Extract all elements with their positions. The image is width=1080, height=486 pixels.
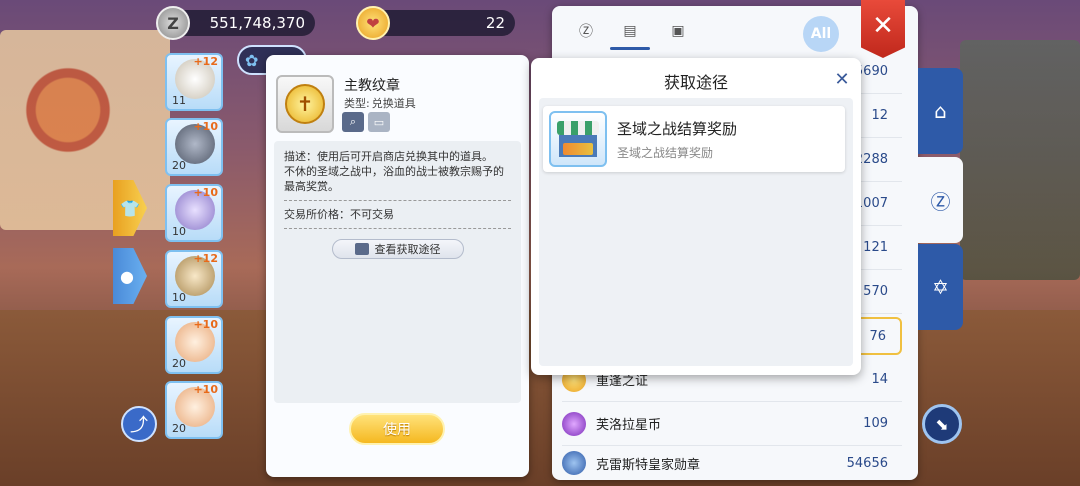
item-count: 1007 xyxy=(854,196,888,211)
view-source-button[interactable]: 查看获取途径 xyxy=(331,239,464,259)
item-type-label: 类型: xyxy=(344,97,370,110)
cards-icon: ▣ xyxy=(671,23,685,39)
gem-counter: ❤ 22 xyxy=(356,6,515,40)
card-level: 11 xyxy=(172,94,186,107)
refine-level: +10 xyxy=(193,318,218,331)
item-count: 76 xyxy=(869,328,886,344)
search-list-icon[interactable]: ⌕ xyxy=(342,112,364,132)
equip-slot-accessory-1[interactable]: +10 20 xyxy=(165,316,223,374)
item-icon-frame: ✝ xyxy=(276,75,334,133)
item-count: 5690 xyxy=(854,64,888,79)
item-description: 描述：使用后可开启商店兑换其中的道具。 xyxy=(284,150,493,163)
item-type: 类型: 兑换道具 xyxy=(344,95,416,111)
minimize-icon: ⬊ xyxy=(935,414,949,434)
list-item[interactable]: 芙洛拉星币 109 xyxy=(562,402,902,446)
equip-slot-accessory-2[interactable]: +10 20 xyxy=(165,381,223,439)
shop-icon: ▤ xyxy=(623,23,637,39)
search-list-icon xyxy=(354,243,369,255)
obtain-route-popup: 获取途径 ✕ 圣域之战结算奖励 圣域之战结算奖励 xyxy=(531,58,861,375)
share-button[interactable]: ⤴ xyxy=(121,406,157,442)
zeny-icon: Ⓩ xyxy=(579,24,593,40)
route-item[interactable]: 圣域之战结算奖励 圣域之战结算奖励 xyxy=(543,106,845,172)
item-type-value: 兑换道具 xyxy=(371,97,416,110)
tray-icon[interactable]: ▭ xyxy=(368,112,390,132)
card-level: 20 xyxy=(172,422,186,435)
shirt-icon: 👕 xyxy=(120,198,140,218)
background-tree xyxy=(960,40,1080,280)
side-tab-backpack[interactable]: ⌂ xyxy=(918,68,963,154)
star-coin-icon xyxy=(562,411,586,436)
divider xyxy=(284,200,511,201)
item-flavor-text: 不休的圣域之战中，浴血的战士被教宗赐予的最高奖赏。 xyxy=(284,165,504,193)
item-count: 121 xyxy=(863,240,888,255)
item-count: 2288 xyxy=(854,152,888,167)
minimize-button[interactable]: ⬊ xyxy=(922,404,962,444)
filter-all-button[interactable]: All xyxy=(803,16,839,52)
zeny-coin-icon: Z xyxy=(156,6,190,40)
card-level: 20 xyxy=(172,159,186,172)
popup-close-button[interactable]: ✕ xyxy=(831,68,853,90)
refine-level: +10 xyxy=(193,186,218,199)
item-count: 12 xyxy=(871,108,888,123)
tab-cards[interactable]: ▣ xyxy=(666,20,690,42)
route-item-title: 圣域之战结算奖励 xyxy=(617,120,738,138)
refine-level: +12 xyxy=(193,55,218,68)
tab-zeny[interactable]: Ⓩ xyxy=(574,20,598,42)
magic-circle-icon: ✡ xyxy=(932,275,949,299)
character-toggle-button[interactable]: ● xyxy=(113,248,147,304)
item-count: 570 xyxy=(863,284,888,299)
item-tags: ⌕ ▭ xyxy=(342,112,390,132)
card-level: 20 xyxy=(172,357,186,370)
side-tab-moneybag[interactable]: Ⓩ xyxy=(918,157,963,243)
card-level: 10 xyxy=(172,291,186,304)
equip-slot-armor[interactable]: +10 20 xyxy=(165,118,223,176)
zeny-counter: Z 551,748,370 xyxy=(156,6,315,40)
card-level: 10 xyxy=(172,225,186,238)
equip-slot-head[interactable]: +12 11 xyxy=(165,53,223,111)
backpack-icon: ⌂ xyxy=(934,99,947,123)
item-count: 54656 xyxy=(846,455,888,471)
zeny-amount: 551,748,370 xyxy=(209,14,305,32)
use-label: 使用 xyxy=(383,422,411,438)
share-icon: ⤴ xyxy=(130,415,148,436)
close-icon: ✕ xyxy=(872,11,894,41)
medal-icon xyxy=(562,451,586,475)
item-detail-card: ✝ 主教纹章 类型: 兑换道具 ⌕ ▭ 描述：使用后可开启商店兑换其中的道具。 不… xyxy=(266,55,529,477)
route-item-subtitle: 圣域之战结算奖励 xyxy=(617,146,714,160)
trade-price: 交易所价格：不可交易 xyxy=(284,208,394,221)
use-button[interactable]: 使用 xyxy=(349,413,445,445)
divider xyxy=(284,228,511,229)
popup-title: 获取途径 xyxy=(663,73,728,92)
item-description-box: 描述：使用后可开启商店兑换其中的道具。 不休的圣域之战中，浴血的战士被教宗赐予的… xyxy=(274,141,521,403)
equip-slot-shoes[interactable]: +12 10 xyxy=(165,250,223,308)
item-count: 14 xyxy=(871,372,888,387)
person-icon: ● xyxy=(120,266,134,286)
gem-amount: 22 xyxy=(485,14,505,32)
item-name: 克雷斯特皇家勋章 xyxy=(596,457,701,473)
heart-coin-icon: ❤ xyxy=(356,6,390,40)
bishop-emblem-icon: ✝ xyxy=(285,84,325,124)
list-item[interactable]: 克雷斯特皇家勋章 54656 xyxy=(562,446,902,480)
refine-level: +10 xyxy=(193,383,218,396)
equip-slot-shield[interactable]: +10 10 xyxy=(165,184,223,242)
refine-level: +10 xyxy=(193,120,218,133)
item-name: 主教纹章 xyxy=(344,78,400,94)
moneybag-icon: Ⓩ xyxy=(930,189,951,214)
refine-level: +12 xyxy=(193,252,218,265)
item-count: 109 xyxy=(863,416,888,431)
pawprint-icon: ✿ xyxy=(245,50,259,70)
shop-stall-icon xyxy=(549,111,607,167)
close-button[interactable]: ✕ xyxy=(861,0,905,58)
background-sail xyxy=(0,30,170,230)
close-icon: ✕ xyxy=(834,68,850,90)
item-name: 芙洛拉星币 xyxy=(596,418,662,433)
tab-shop[interactable]: ▤ xyxy=(610,20,650,50)
side-tab-magic-circle[interactable]: ✡ xyxy=(918,244,963,330)
view-source-label: 查看获取途径 xyxy=(374,242,441,256)
